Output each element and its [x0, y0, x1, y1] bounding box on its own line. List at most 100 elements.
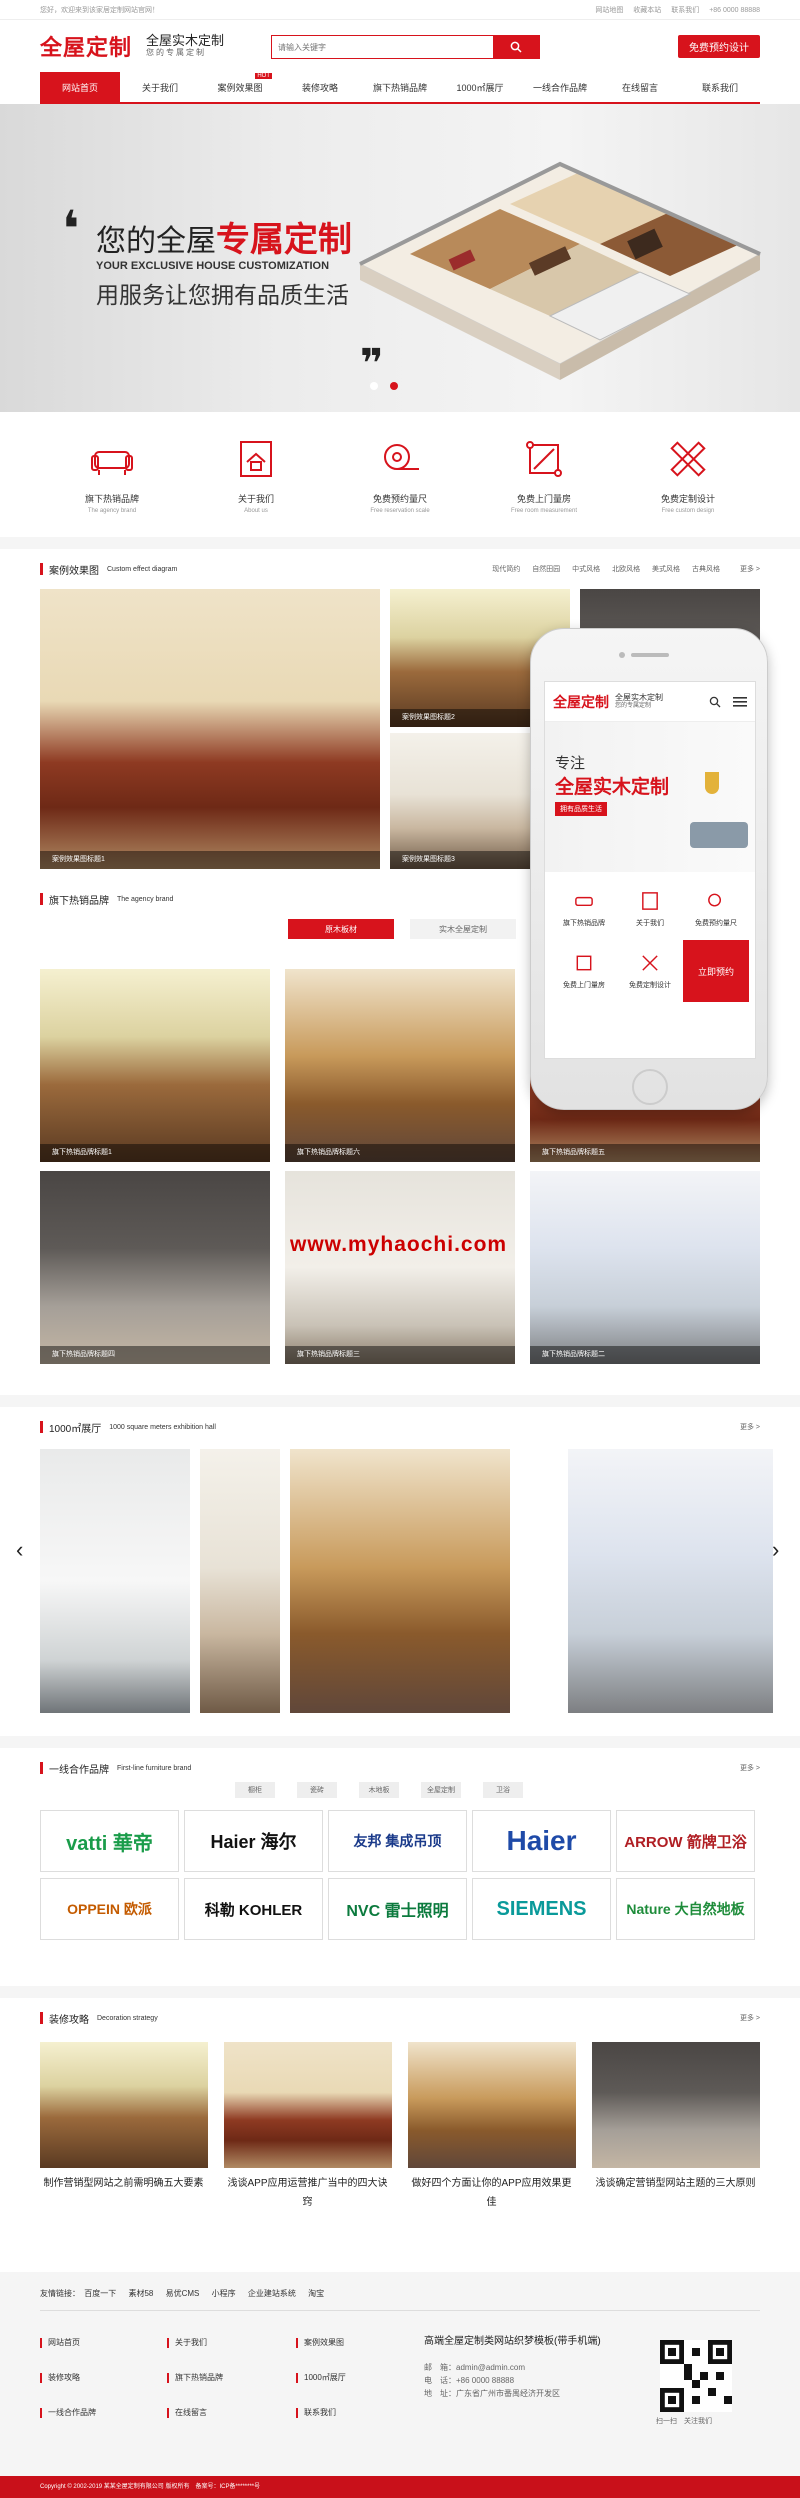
tab-wood-board[interactable]: 原木板材	[288, 919, 394, 939]
tab-tile[interactable]: 瓷砖	[297, 1782, 337, 1798]
brand-caption: 旗下热销品牌标题二	[530, 1346, 760, 1364]
service-room[interactable]: 免费上门量房 Free room measurement	[472, 436, 616, 514]
logo-arrow[interactable]: ARROW 箭牌卫浴	[616, 1810, 755, 1872]
banner-dot-1[interactable]	[370, 382, 378, 390]
partners-more-link[interactable]: 更多 >	[740, 1763, 760, 1773]
tag-pastoral[interactable]: 自然田园	[532, 566, 560, 573]
carousel-prev-icon[interactable]: ‹	[16, 1537, 23, 1563]
footer-link[interactable]: 关于我们	[167, 2338, 207, 2348]
showroom-more-link[interactable]: 更多 >	[740, 1422, 760, 1432]
phone-grid-design[interactable]: 免费定制设计	[617, 940, 683, 1002]
footer-link[interactable]: 1000㎡展厅	[296, 2373, 346, 2383]
guide-photo-3[interactable]	[408, 2042, 576, 2168]
nav-about[interactable]: 关于我们	[120, 72, 200, 102]
guide-article-title[interactable]: 做好四个方面让你的APP应用效果更佳	[408, 2174, 575, 2212]
nav-brands[interactable]: 旗下热销品牌	[360, 72, 440, 102]
footer-link[interactable]: 装修攻略	[40, 2373, 80, 2383]
guide-photo-1[interactable]	[40, 2042, 208, 2168]
logo-kohler[interactable]: 科勒 KOHLER	[184, 1878, 323, 1940]
brand-photo-1[interactable]: 旗下热销品牌标题1	[40, 969, 270, 1162]
phone-grid-scale[interactable]: 免费预约量尺	[683, 878, 749, 940]
nav-home[interactable]: 网站首页	[40, 72, 120, 102]
nav-message[interactable]: 在线留言	[600, 72, 680, 102]
logo-oppein[interactable]: OPPEIN 欧派	[40, 1878, 179, 1940]
topbar-link-favorite[interactable]: 收藏本站	[633, 7, 661, 14]
friend-link[interactable]: 企业建站系统	[248, 2289, 296, 2298]
nav-partners[interactable]: 一线合作品牌	[520, 72, 600, 102]
phone-cta-button[interactable]: 立即预约	[683, 940, 749, 1002]
tab-custom[interactable]: 全屋定制	[421, 1782, 461, 1798]
footer-link[interactable]: 在线留言	[167, 2408, 207, 2418]
phone-search-icon[interactable]	[709, 696, 721, 708]
phone-grid-brands[interactable]: 旗下热销品牌	[551, 878, 617, 940]
logo-nvc[interactable]: NVC 雷士照明	[328, 1878, 467, 1940]
nav-cases[interactable]: 案例效果图 HOT	[200, 72, 280, 102]
friend-link[interactable]: 易优CMS	[166, 2289, 200, 2298]
camera-icon	[619, 652, 625, 658]
brand-photo-2[interactable]: 旗下热销品牌标题六	[285, 969, 515, 1162]
nav-showroom[interactable]: 1000㎡展厅	[440, 72, 520, 102]
cases-more-link[interactable]: 更多 >	[740, 564, 760, 574]
search-input[interactable]	[272, 36, 493, 58]
guide-article-title[interactable]: 制作营销型网站之前需明确五大要素	[40, 2174, 207, 2193]
tab-floor[interactable]: 木地板	[359, 1782, 399, 1798]
banner-dot-2[interactable]	[390, 382, 398, 390]
topbar-link-sitemap[interactable]: 网站地图	[595, 7, 623, 14]
tag-modern[interactable]: 现代简约	[492, 566, 520, 573]
service-scale[interactable]: 免费预约量尺 Free reservation scale	[328, 436, 472, 514]
free-design-button[interactable]: 免费预约设计	[678, 35, 760, 58]
footer-link[interactable]: 联系我们	[296, 2408, 336, 2418]
friend-link[interactable]: 素材58	[128, 2289, 153, 2298]
friend-link[interactable]: 淘宝	[308, 2289, 324, 2298]
tag-classic[interactable]: 古典风格	[692, 566, 720, 573]
guide-article-title[interactable]: 浅谈确定营销型网站主题的三大原则	[592, 2174, 759, 2193]
showroom-photo-2[interactable]	[200, 1449, 280, 1713]
logo-haier-cn[interactable]: Haier 海尔	[184, 1810, 323, 1872]
brand-photo-5[interactable]: 旗下热销品牌标题三	[285, 1171, 515, 1364]
service-brands[interactable]: 旗下热销品牌 The agency brand	[40, 436, 184, 514]
guide-article-title[interactable]: 浅谈APP应用运营推广当中的四大诀窍	[224, 2174, 391, 2212]
hero-banner: ❛ 您的全屋专属定制 YOUR EXCLUSIVE HOUSE CUSTOMIZ…	[0, 104, 800, 412]
phone-grid-label: 关于我们	[636, 920, 664, 927]
service-about[interactable]: 关于我们 About us	[184, 436, 328, 514]
brand-caption: 旗下热销品牌标题五	[530, 1144, 760, 1162]
brand-photo-6[interactable]: 旗下热销品牌标题二	[530, 1171, 760, 1364]
nav-contact[interactable]: 联系我们	[680, 72, 760, 102]
friend-link[interactable]: 百度一下	[84, 2289, 116, 2298]
brand-photo-4[interactable]: 旗下热销品牌标题四	[40, 1171, 270, 1364]
logo-nature[interactable]: Nature 大自然地板	[616, 1878, 755, 1940]
menu-icon[interactable]	[733, 696, 747, 708]
tab-bath[interactable]: 卫浴	[483, 1782, 523, 1798]
tab-solid-wood[interactable]: 实木全屋定制	[410, 919, 516, 939]
phone-grid-room[interactable]: 免费上门量房	[551, 940, 617, 1002]
logo-vatti[interactable]: vatti 華帝	[40, 1810, 179, 1872]
logo-youbang[interactable]: 友邦 集成吊顶	[328, 1810, 467, 1872]
friend-link[interactable]: 小程序	[212, 2289, 236, 2298]
showroom-photo-3[interactable]	[290, 1449, 510, 1713]
tag-chinese[interactable]: 中式风格	[572, 566, 600, 573]
carousel-next-icon[interactable]: ›	[772, 1537, 779, 1563]
banner-headline: 您的全屋专属定制	[96, 212, 352, 261]
tab-cabinet[interactable]: 橱柜	[235, 1782, 275, 1798]
logo-siemens[interactable]: SIEMENS	[472, 1878, 611, 1940]
showroom-photo-4[interactable]	[568, 1449, 773, 1713]
footer-link[interactable]: 旗下热销品牌	[167, 2373, 223, 2383]
tag-american[interactable]: 美式风格	[652, 566, 680, 573]
guide-photo-2[interactable]	[224, 2042, 392, 2168]
topbar-link-contact[interactable]: 联系我们	[671, 7, 699, 14]
logo-haier[interactable]: Haier	[472, 1810, 611, 1872]
site-logo[interactable]: 全屋定制	[40, 30, 132, 62]
service-design[interactable]: 免费定制设计 Free custom design	[616, 436, 760, 514]
footer-link[interactable]: 案例效果图	[296, 2338, 344, 2348]
showroom-photo-1[interactable]	[40, 1449, 190, 1713]
search-button[interactable]	[493, 36, 539, 58]
guide-more-link[interactable]: 更多 >	[740, 2013, 760, 2023]
tag-nordic[interactable]: 北欧风格	[612, 566, 640, 573]
case-photo-1[interactable]: 案例效果图标题1	[40, 589, 380, 869]
footer-link[interactable]: 一线合作品牌	[40, 2408, 96, 2418]
phone-grid-about[interactable]: 关于我们	[617, 878, 683, 940]
footer-link[interactable]: 网站首页	[40, 2338, 80, 2348]
nav-guide[interactable]: 装修攻略	[280, 72, 360, 102]
guide-photo-4[interactable]	[592, 2042, 760, 2168]
slogan-sub: 您的专属定制	[146, 47, 207, 57]
